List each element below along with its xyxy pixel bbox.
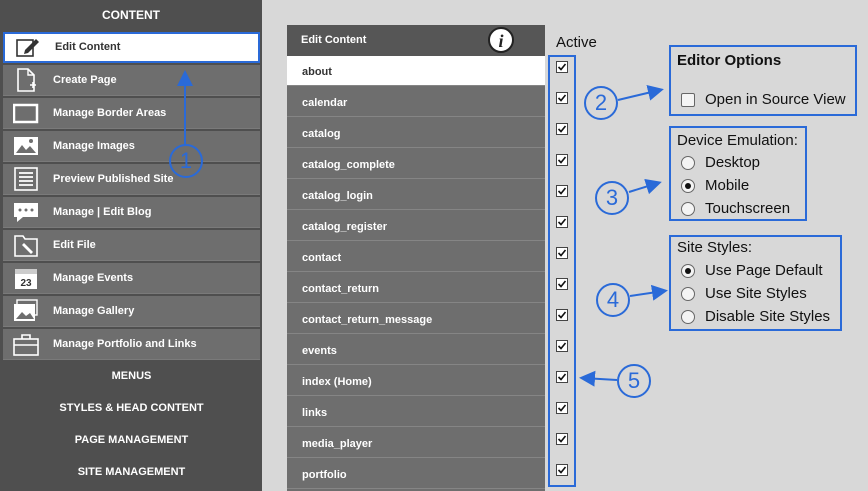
callout-arrows: [177, 70, 668, 387]
arrow-5: [579, 370, 618, 387]
arrow-3: [628, 178, 662, 195]
arrow-2: [617, 84, 664, 101]
arrow-4: [629, 284, 668, 301]
